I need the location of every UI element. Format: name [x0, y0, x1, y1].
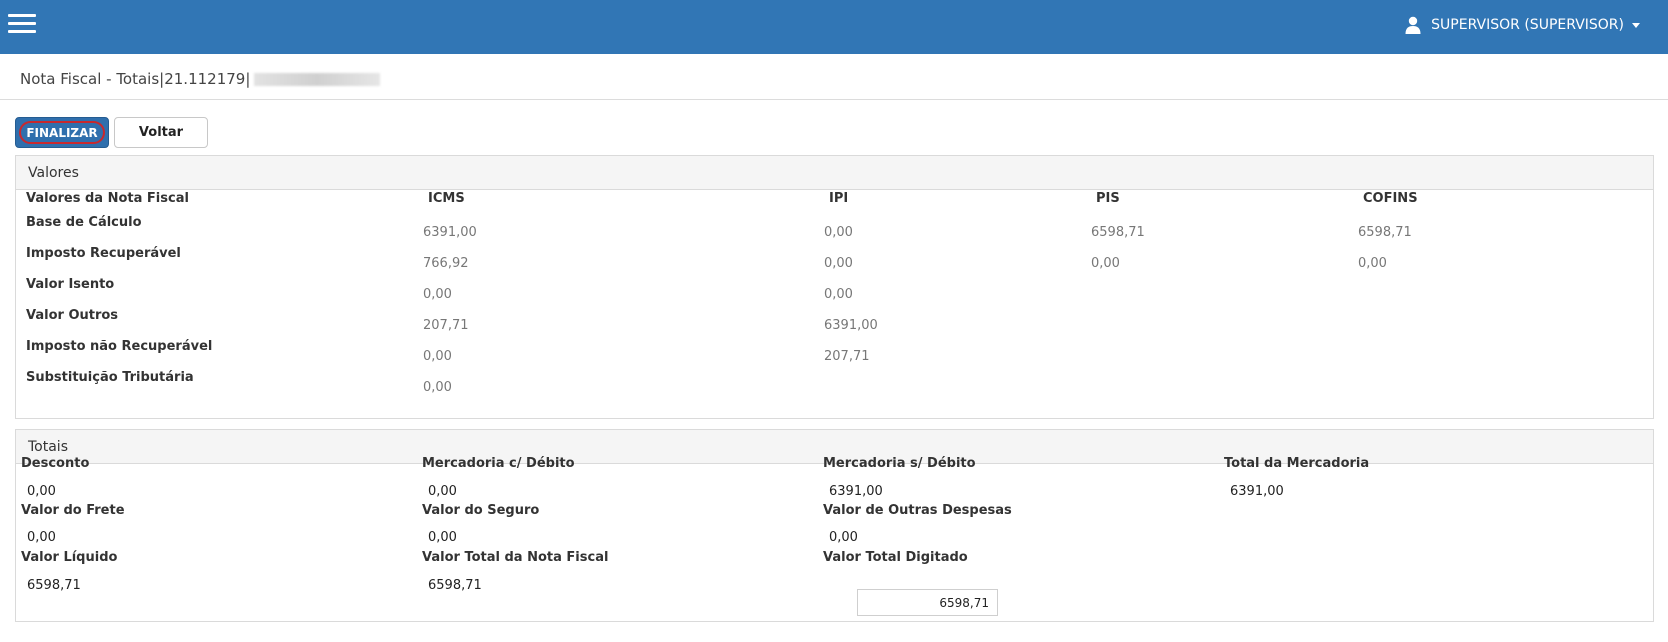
top-navbar: SUPERVISOR (SUPERVISOR) — [0, 0, 1668, 54]
row-label-imposto-recuperavel: Imposto Recuperável — [26, 246, 181, 261]
icms-base-calculo: 6391,00 — [423, 225, 477, 240]
ipi-valor-isento: 0,00 — [824, 287, 853, 302]
page-title-text: Nota Fiscal - Totais|21.112179| — [20, 70, 251, 88]
liquido-label: Valor Líquido — [21, 550, 118, 565]
pis-imposto-recuperavel: 0,00 — [1091, 256, 1120, 271]
valores-header: Valores — [16, 156, 1653, 190]
icms-valor-isento: 0,00 — [423, 287, 452, 302]
frete-value: 0,00 — [27, 530, 56, 545]
total-nf-label: Valor Total da Nota Fiscal — [422, 550, 609, 565]
voltar-button[interactable]: Voltar — [114, 117, 208, 148]
icms-imposto-recuperavel: 766,92 — [423, 256, 469, 271]
divider — [0, 99, 1668, 100]
merc-sem-debito-value: 6391,00 — [829, 484, 883, 499]
merc-sem-debito-label: Mercadoria s/ Débito — [823, 456, 976, 471]
merc-debito-label: Mercadoria c/ Débito — [422, 456, 575, 471]
pis-base-calculo: 6598,71 — [1091, 225, 1145, 240]
frete-label: Valor do Frete — [21, 503, 125, 518]
ipi-valor-outros: 6391,00 — [824, 318, 878, 333]
ipi-imposto-nao-recuperavel: 207,71 — [824, 349, 870, 364]
col-header-ipi: IPI — [829, 191, 849, 206]
cofins-imposto-recuperavel: 0,00 — [1358, 256, 1387, 271]
icms-substituicao-tributaria: 0,00 — [423, 380, 452, 395]
seguro-label: Valor do Seguro — [422, 503, 540, 518]
desconto-value: 0,00 — [27, 484, 56, 499]
page-title: Nota Fiscal - Totais|21.112179| — [20, 70, 381, 88]
row-label-base-calculo: Base de Cálculo — [26, 215, 142, 230]
outras-despesas-value: 0,00 — [829, 530, 858, 545]
row-label-substituicao-tributaria: Substituição Tributária — [26, 370, 194, 385]
redacted-text — [254, 72, 381, 86]
col-header-icms: ICMS — [428, 191, 465, 206]
col-header-cofins: COFINS — [1363, 191, 1418, 206]
ipi-imposto-recuperavel: 0,00 — [824, 256, 853, 271]
total-digitado-input[interactable] — [857, 589, 998, 616]
row-header-label: Valores da Nota Fiscal — [26, 191, 189, 206]
total-digitado-label: Valor Total Digitado — [823, 550, 968, 565]
col-header-pis: PIS — [1096, 191, 1120, 206]
highlight-ring — [19, 121, 105, 144]
row-label-imposto-nao-recuperavel: Imposto não Recuperável — [26, 339, 213, 354]
menu-icon[interactable] — [8, 14, 36, 36]
row-label-valor-outros: Valor Outros — [26, 308, 119, 323]
total-mercadoria-label: Total da Mercadoria — [1224, 456, 1370, 471]
liquido-value: 6598,71 — [27, 578, 81, 593]
desconto-label: Desconto — [21, 456, 90, 471]
finalizar-button[interactable]: FINALIZAR — [15, 117, 109, 148]
total-mercadoria-value: 6391,00 — [1230, 484, 1284, 499]
cofins-base-calculo: 6598,71 — [1358, 225, 1412, 240]
merc-debito-value: 0,00 — [428, 484, 457, 499]
row-label-valor-isento: Valor Isento — [26, 277, 115, 292]
icms-valor-outros: 207,71 — [423, 318, 469, 333]
total-nf-value: 6598,71 — [428, 578, 482, 593]
user-menu[interactable]: SUPERVISOR (SUPERVISOR) — [1405, 16, 1640, 34]
icms-imposto-nao-recuperavel: 0,00 — [423, 349, 452, 364]
ipi-base-calculo: 0,00 — [824, 225, 853, 240]
user-label: SUPERVISOR (SUPERVISOR) — [1431, 17, 1624, 33]
chevron-down-icon — [1632, 22, 1640, 28]
outras-despesas-label: Valor de Outras Despesas — [823, 503, 1012, 518]
seguro-value: 0,00 — [428, 530, 457, 545]
user-icon — [1405, 16, 1421, 34]
